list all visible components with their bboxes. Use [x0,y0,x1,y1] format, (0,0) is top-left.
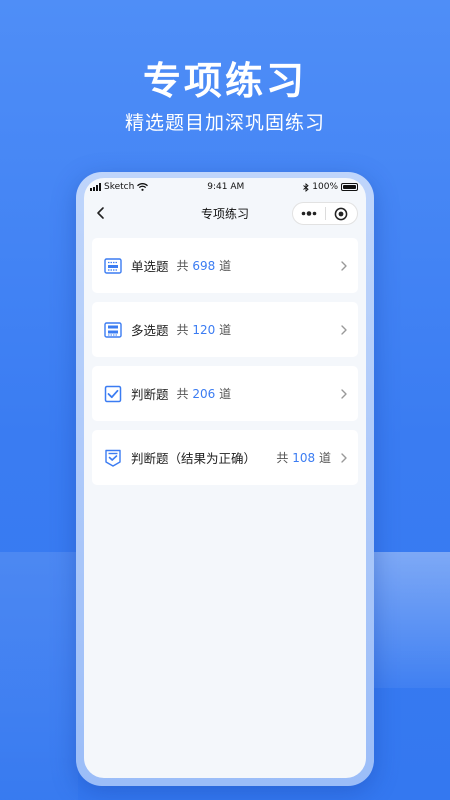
chevron-right-icon [341,324,347,335]
status-bar: Sketch 9:41 AM 100% [84,178,366,196]
battery-percent: 100% [312,182,338,192]
single-choice-icon [104,257,122,274]
list-item-true-false[interactable]: 判断题 共 206 道 [92,366,358,421]
signal-icon [90,183,101,191]
item-name: 单选题 [131,259,169,274]
item-name: 多选题 [131,323,169,338]
chevron-right-icon [341,260,347,271]
background-shade-right [370,552,450,688]
mini-program-capsule [292,202,358,225]
back-arrow-icon[interactable] [92,204,110,222]
correct-judgement-icon [105,449,121,467]
close-button[interactable] [326,203,358,224]
target-circle-icon [334,207,348,220]
checkbox-icon [104,385,122,402]
battery-icon [341,183,358,191]
bluetooth-icon [303,182,309,192]
item-count: 共 206 道 [176,387,232,401]
chevron-right-icon [341,452,347,463]
hero-title: 专项练习 [142,59,307,103]
phone-screen: Sketch 9:41 AM 100% 专项练习 单选题 共 698 道 多选题… [84,178,366,778]
wifi-icon [137,183,149,191]
item-name: 判断题（结果为正确） [131,451,257,466]
more-dots-icon [301,211,317,216]
list-item-single-choice[interactable]: 单选题 共 698 道 [92,238,358,293]
more-button[interactable] [293,203,325,224]
chevron-right-icon [341,388,347,399]
multi-choice-icon [104,321,122,338]
item-name: 判断题 [131,387,169,402]
background-shade-left [0,552,78,800]
item-count: 共 698 道 [176,259,232,273]
page-title: 专项练习 [200,206,249,221]
list-item-multi-choice[interactable]: 多选题 共 120 道 [92,302,358,357]
hero-subtitle: 精选题目加深巩固练习 [124,112,325,134]
nav-bar: 专项练习 [84,196,366,230]
practice-list: 单选题 共 698 道 多选题 共 120 道 判断题 共 206 道 判断题（… [84,230,366,485]
status-time: 9:41 AM [207,182,245,192]
carrier-name: Sketch [104,182,135,192]
item-count: 共 108 道 [276,451,331,465]
list-item-true-false-correct[interactable]: 判断题（结果为正确） 共 108 道 [92,430,358,485]
item-count: 共 120 道 [176,323,232,337]
